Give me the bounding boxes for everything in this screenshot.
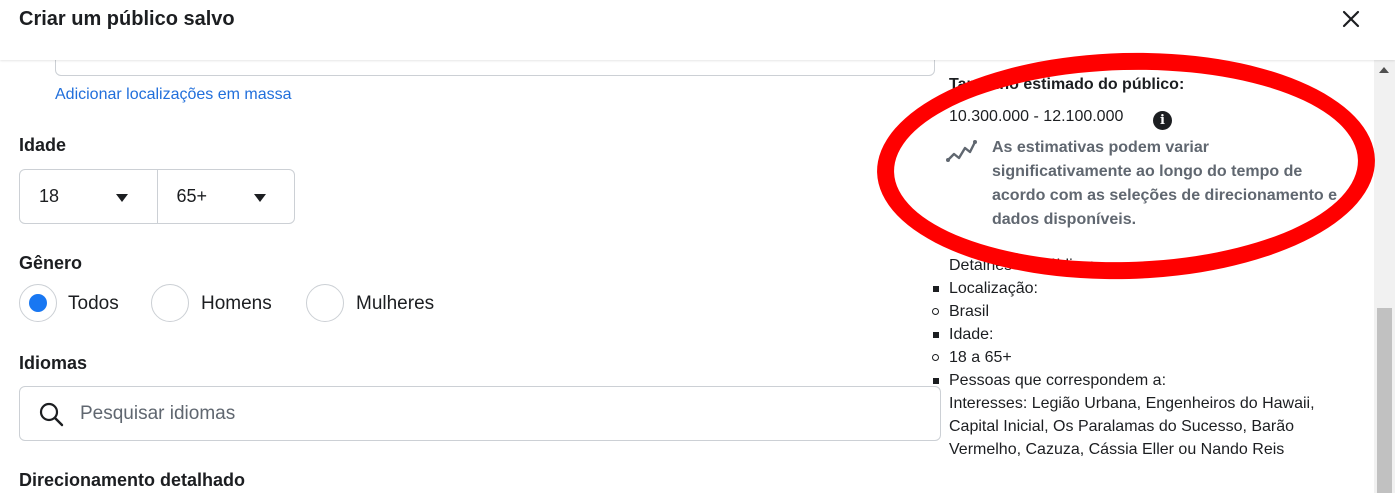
age-selector: 18 65+: [19, 169, 295, 224]
age-min-value: 18: [39, 186, 60, 206]
gender-label-all[interactable]: Todos: [68, 293, 119, 315]
search-icon: [39, 402, 64, 427]
caret-down-icon: [116, 194, 128, 202]
details-item: Localização:: [933, 277, 1349, 300]
details-item: Pessoas que correspondem a:: [933, 369, 1349, 392]
caret-down-icon: [253, 194, 266, 202]
audience-details-title: Detalhes do público:: [949, 257, 1094, 274]
audience-estimate-note: As estimativas podem variar significativ…: [992, 139, 1338, 228]
audience-details-list: Localização: Brasil Idade: 18 a 65+ Pess…: [932, 277, 1349, 461]
square-bullet-icon: [933, 332, 939, 338]
scrollbar[interactable]: [1374, 60, 1395, 493]
details-item-text: Pessoas que correspondem a:: [949, 372, 1167, 389]
details-item-text: Localização:: [949, 280, 1038, 297]
scroll-up-arrow-icon[interactable]: [1379, 67, 1389, 73]
details-item: 18 a 65+: [932, 346, 1349, 369]
scrollbar-thumb[interactable]: [1377, 308, 1392, 493]
age-min-select[interactable]: 18: [20, 170, 157, 223]
age-max-select[interactable]: 65+: [156, 170, 295, 223]
languages-search[interactable]: [19, 386, 941, 441]
audience-panel: Tamanho estimado do público: 10.300.000 …: [930, 60, 1370, 493]
details-item-text: 18 a 65+: [949, 349, 1012, 366]
audience-size-range: 10.300.000 - 12.100.000: [949, 108, 1124, 125]
square-bullet-icon: [933, 378, 939, 384]
details-item: Brasil: [932, 300, 1349, 323]
gender-label-women[interactable]: Mulheres: [356, 293, 434, 315]
audience-size-title: Tamanho estimado do público:: [949, 76, 1185, 93]
gender-label: Gênero: [19, 253, 83, 273]
bulk-locations-link[interactable]: Adicionar localizações em massa: [55, 86, 292, 104]
dialog-header: Criar um público salvo: [0, 0, 1395, 60]
trend-icon: [946, 140, 977, 162]
details-item-text: Idade:: [949, 326, 994, 343]
details-item: Idade:: [933, 323, 1349, 346]
gender-radio-men[interactable]: [151, 284, 189, 322]
gender-label-men[interactable]: Homens: [201, 293, 272, 315]
info-icon[interactable]: i: [1153, 111, 1172, 130]
languages-label: Idiomas: [19, 353, 88, 373]
languages-search-input[interactable]: [80, 400, 880, 428]
gender-radio-all[interactable]: [19, 284, 57, 322]
dialog-title: Criar um público salvo: [19, 8, 235, 30]
detailed-targeting-label: Direcionamento detalhado: [19, 470, 246, 490]
circle-bullet-icon: [932, 308, 939, 315]
details-item: Interesses: Legião Urbana, Engenheiros d…: [949, 392, 1349, 461]
gender-radio-women[interactable]: [306, 284, 344, 322]
circle-bullet-icon: [932, 354, 939, 361]
details-item-text: Brasil: [949, 303, 990, 320]
details-item-text: Interesses: Legião Urbana, Engenheiros d…: [949, 395, 1315, 458]
audience-details: Detalhes do público: Localização: Brasil…: [932, 254, 1349, 461]
age-label: Idade: [19, 135, 67, 155]
square-bullet-icon: [933, 286, 939, 292]
age-max-value: 65+: [176, 186, 208, 206]
close-icon[interactable]: [1336, 4, 1366, 34]
